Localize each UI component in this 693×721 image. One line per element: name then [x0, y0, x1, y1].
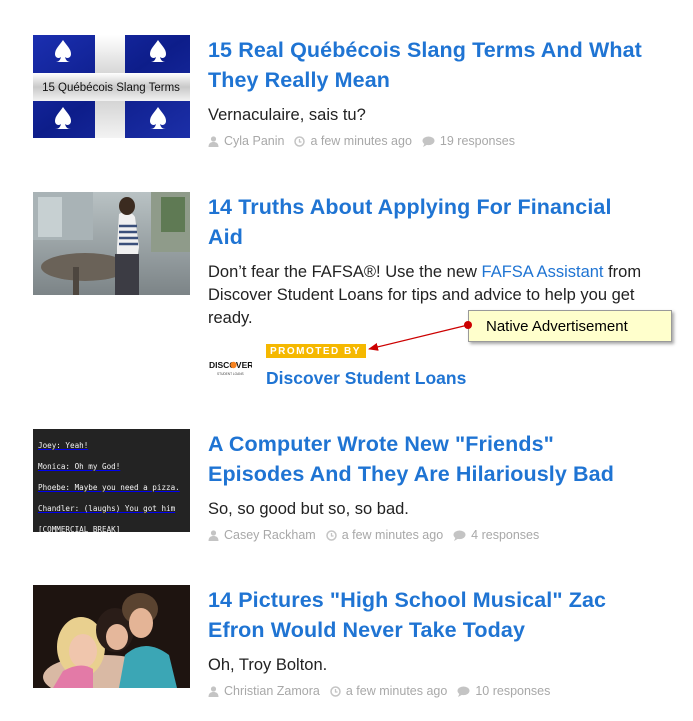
sponsor-logo-subtext: STUDENT LOANS — [217, 372, 244, 376]
responses-meta: 10 responses — [457, 684, 550, 698]
time-meta: a few minutes ago — [330, 684, 447, 698]
responses-link[interactable]: 10 responses — [475, 684, 550, 698]
article-byline: Casey Rackham a few minutes ago 4 respon… — [208, 528, 648, 542]
author-meta: Cyla Panin — [208, 134, 284, 148]
article-body: 14 Pictures "High School Musical" Zac Ef… — [208, 585, 648, 698]
dek-text: Don’t fear the FAFSA®! Use the new — [208, 263, 482, 281]
timestamp: a few minutes ago — [345, 684, 448, 698]
timestamp: a few minutes ago — [341, 528, 444, 542]
sponsor-name-link[interactable]: Discover Student Loans — [266, 368, 466, 389]
script-line: Monica: Oh my God! — [38, 462, 121, 471]
article-title[interactable]: 14 Pictures "High School Musical" Zac Ef… — [208, 585, 648, 645]
article-byline: Christian Zamora a few minutes ago 10 re… — [208, 684, 648, 698]
clock-icon — [330, 685, 341, 697]
responses-meta: 4 responses — [453, 528, 539, 542]
user-icon — [208, 529, 219, 541]
article-body: A Computer Wrote New "Friends" Episodes … — [208, 429, 648, 542]
user-icon — [208, 135, 219, 147]
user-icon — [208, 685, 219, 697]
author-name[interactable]: Cyla Panin — [224, 134, 284, 148]
comment-icon — [453, 530, 466, 541]
article-thumbnail-campus-photo[interactable] — [33, 192, 190, 295]
article-title[interactable]: 14 Truths About Applying For Financial A… — [208, 192, 648, 252]
comment-icon — [422, 136, 435, 147]
article-dek: Oh, Troy Bolton. — [208, 656, 328, 674]
author-name[interactable]: Casey Rackham — [224, 528, 316, 542]
callout-anchor-dot — [464, 321, 472, 329]
author-meta: Christian Zamora — [208, 684, 320, 698]
article-thumbnail-hsm-photo[interactable] — [33, 585, 190, 688]
article-body: 15 Real Québécois Slang Terms And What T… — [208, 35, 648, 148]
article-card: 15 Québécois Slang Terms 15 Real Québéco… — [33, 35, 653, 155]
friends-script-text: Joey: Yeah! Monica: Oh my God! Phoebe: M… — [33, 429, 190, 532]
comment-icon — [457, 686, 470, 697]
fafsa-assistant-link[interactable]: FAFSA Assistant — [482, 263, 604, 281]
responses-meta: 19 responses — [422, 134, 515, 148]
responses-link[interactable]: 19 responses — [440, 134, 515, 148]
article-dek: So, so good but so, so bad. — [208, 500, 409, 518]
script-line: Phoebe: Maybe you need a pizza. — [38, 483, 180, 492]
discover-logo-icon: DISCOVER STUDENT LOANS — [209, 360, 253, 376]
article-card: Joey: Yeah! Monica: Oh my God! Phoebe: M… — [33, 429, 653, 549]
sponsor-logo[interactable]: DISCOVER STUDENT LOANS — [208, 348, 253, 384]
author-meta: Casey Rackham — [208, 528, 316, 542]
time-meta: a few minutes ago — [325, 528, 444, 542]
article-card: 14 Pictures "High School Musical" Zac Ef… — [33, 585, 653, 710]
callout-label: Native Advertisement — [486, 318, 628, 335]
article-dek: Vernaculaire, sais tu? — [208, 106, 366, 124]
article-body: 14 Truths About Applying For Financial A… — [208, 192, 648, 400]
campus-photo-image — [33, 192, 190, 295]
promoted-by-badge: PROMOTED BY — [266, 344, 366, 358]
article-thumbnail-friends-script[interactable]: Joey: Yeah! Monica: Oh my God! Phoebe: M… — [33, 429, 190, 532]
responses-link[interactable]: 4 responses — [471, 528, 539, 542]
script-line: Joey: Yeah! — [38, 441, 89, 450]
promoted-by-block: DISCOVER STUDENT LOANS PROMOTED BY Disco… — [208, 344, 648, 400]
time-meta: a few minutes ago — [294, 134, 412, 148]
hsm-cast-photo-image — [33, 585, 190, 688]
article-card-sponsored: 14 Truths About Applying For Financial A… — [33, 192, 653, 392]
clock-icon — [325, 529, 337, 541]
thumbnail-caption: 15 Québécois Slang Terms — [42, 82, 180, 94]
clock-icon — [294, 135, 306, 147]
timestamp: a few minutes ago — [310, 134, 412, 148]
article-title[interactable]: A Computer Wrote New "Friends" Episodes … — [208, 429, 648, 489]
article-byline: Cyla Panin a few minutes ago 19 response… — [208, 134, 648, 148]
script-line: Chandler: (laughs) You got him — [38, 504, 176, 513]
quebec-flag-image: 15 Québécois Slang Terms — [33, 35, 190, 138]
author-name[interactable]: Christian Zamora — [224, 684, 320, 698]
native-advertisement-callout: Native Advertisement — [468, 310, 672, 342]
article-title[interactable]: 15 Real Québécois Slang Terms And What T… — [208, 35, 648, 95]
script-line: [COMMERCIAL BREAK] — [38, 525, 121, 532]
article-thumbnail-quebec-flag[interactable]: 15 Québécois Slang Terms — [33, 35, 190, 138]
